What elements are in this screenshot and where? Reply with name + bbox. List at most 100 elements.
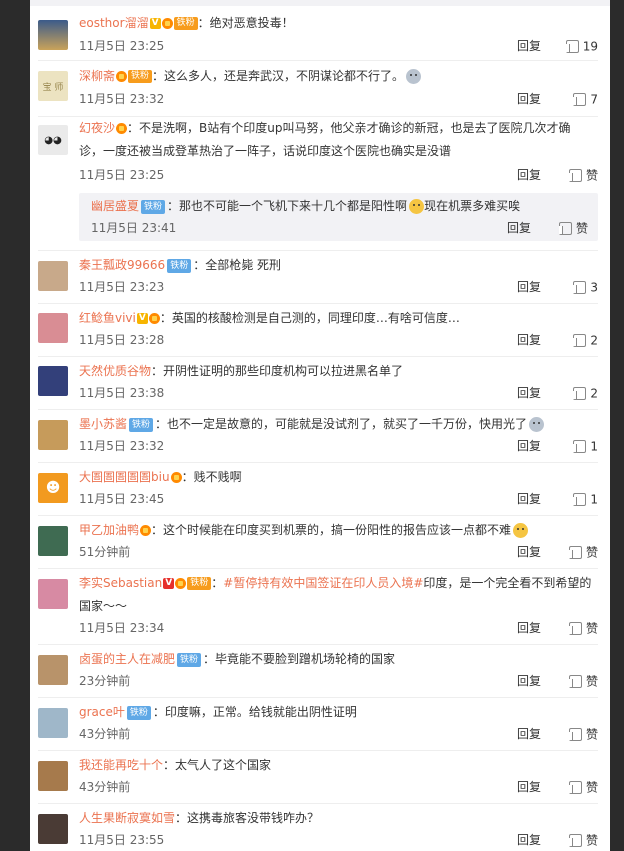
like-button[interactable]: 赞 (558, 777, 598, 798)
username-link[interactable]: 秦王瓢政99666 (79, 258, 165, 272)
avatar[interactable] (38, 814, 68, 844)
like-button[interactable]: 3 (558, 277, 598, 298)
like-button[interactable]: 赞 (558, 830, 598, 851)
reply-button[interactable]: 回复 (517, 777, 541, 797)
reply-button[interactable]: 回复 (517, 165, 541, 185)
vip-badge-icon: V (136, 313, 148, 324)
comment-content: 深柳斋 铁粉 ：这么多人，还是奔武汉，不阴谋论都不行了。 (79, 65, 598, 88)
like-button[interactable]: 赞 (558, 618, 598, 639)
comment-item: 人生果断寂寞如雪：这携毒旅客没带钱咋办？ 11月5日 23:55 回复 赞 (38, 804, 598, 851)
username-link[interactable]: 卤蛋的主人在减肥 (79, 652, 175, 666)
avatar[interactable]: ☻ (38, 473, 68, 503)
reply-button[interactable]: 回复 (507, 218, 531, 238)
username-link[interactable]: 人生果断寂寞如雪 (79, 811, 175, 825)
username-link[interactable]: 墨小苏酱 (79, 417, 127, 431)
like-button[interactable]: 1 (558, 489, 598, 510)
like-button[interactable]: 1 (558, 436, 598, 457)
like-button[interactable]: 赞 (558, 542, 598, 563)
avatar[interactable] (38, 20, 68, 50)
reply-button[interactable]: 回复 (517, 618, 541, 638)
comment-time: 43分钟前 (79, 780, 131, 794)
username-link[interactable]: 天然优质谷物 (79, 364, 151, 378)
username-link[interactable]: 大圄圄圄圄圄biu (79, 470, 170, 484)
username-link[interactable]: eosthor溜溜 (79, 16, 149, 30)
avatar[interactable] (38, 313, 68, 343)
avatar[interactable] (38, 761, 68, 791)
comment-content: 幻夜沙 ：不是洗啊，B站有个印度up叫马努，他父亲才确诊的新冠，也是去了医院几次才… (79, 121, 571, 135)
hashtag-link[interactable]: #暂停持有效中国签证在印人员入境# (223, 576, 423, 590)
like-button[interactable]: 赞 (548, 218, 588, 239)
reply-button[interactable]: 回复 (517, 277, 541, 297)
like-button[interactable]: 2 (558, 330, 598, 351)
reply-button[interactable]: 回复 (517, 383, 541, 403)
colon: ： (197, 16, 210, 30)
thumbs-up-icon (573, 93, 587, 106)
username-link[interactable]: 幽居盛夏 (91, 199, 139, 213)
reply-button[interactable]: 回复 (517, 36, 541, 56)
username-link[interactable]: 我还能再吃十个 (79, 758, 163, 772)
avatar[interactable]: 宝 师 (38, 71, 68, 101)
comment-content: 甲乙加油鸭 ：这个时候能在印度买到机票的，搞一份阳性的报告应该一点都不难 (79, 519, 598, 542)
like-button[interactable]: 赞 (558, 165, 598, 186)
like-count: 2 (590, 333, 598, 348)
avatar[interactable] (38, 579, 68, 609)
comment-text: 印度嘛，正常。给钱就能出阴性证明 (164, 705, 357, 719)
username-link[interactable]: 幻夜沙 (79, 121, 115, 135)
like-label: 赞 (585, 545, 598, 560)
avatar[interactable] (38, 261, 68, 291)
like-button[interactable]: 7 (558, 89, 598, 110)
avatar[interactable] (38, 420, 68, 450)
like-label: 赞 (575, 221, 588, 236)
comment-text: 这携毒旅客没带钱咋办？ (187, 811, 320, 825)
comment-item: 红鲶鱼vivi V ：英国的核酸检测是自己测的，同理印度…有啥可信度… 11月5日 … (38, 304, 598, 357)
comment-text: 那也不可能一个飞机下来十几个都是阳性啊 (179, 199, 408, 213)
reply-button[interactable]: 回复 (517, 436, 541, 456)
comment-item: 宝 师 深柳斋 铁粉 ：这么多人，还是奔武汉，不阴谋论都不行了。 11月5日 23:… (38, 61, 598, 117)
reply-button[interactable]: 回复 (517, 330, 541, 350)
avatar[interactable] (38, 655, 68, 685)
username-link[interactable]: 甲乙加油鸭 (79, 523, 139, 537)
reply-button[interactable]: 回复 (517, 489, 541, 509)
avatar[interactable] (38, 526, 68, 556)
reply-button[interactable]: 回复 (517, 89, 541, 109)
comment-time: 11月5日 23:32 (79, 439, 165, 453)
comment-time: 11月5日 23:55 (79, 833, 165, 847)
iron-fan-badge: 铁粉 (167, 258, 192, 273)
comment-item: 甲乙加油鸭 ：这个时候能在印度买到机票的，搞一份阳性的报告应该一点都不难 51分钟… (38, 516, 598, 569)
username-link[interactable]: 红鲶鱼vivi (79, 311, 136, 325)
comment-text: 这么多人，还是奔武汉，不阴谋论都不行了。 (164, 69, 405, 83)
username-link[interactable]: grace叶 (79, 705, 125, 719)
like-button[interactable]: 赞 (558, 724, 598, 745)
comment-text: 贱不贱啊 (193, 470, 242, 484)
username-link[interactable]: 李实Sebastian (79, 576, 162, 590)
avatar[interactable] (38, 708, 68, 738)
fan-badge: 铁粉 (173, 17, 198, 30)
thumbs-up-icon (568, 728, 582, 741)
comment-time: 11月5日 23:41 (91, 221, 177, 235)
comment-text: 不是洗啊，B站有个印度up叫马努，他父亲才确诊的新冠，也是去了医院几次才确 (139, 121, 571, 135)
like-count: 7 (590, 92, 598, 107)
comment-item: ☻ 大圄圄圄圄圄biu ：贱不贱啊 11月5日 23:45 回复 1 (38, 463, 598, 516)
crown-icon (116, 123, 128, 134)
thumbs-up-icon (568, 781, 582, 794)
like-button[interactable]: 19 (558, 36, 598, 57)
comment-panel: eosthor溜溜 V 铁粉 ：绝对恶意投毒！ 11月5日 23:25 回复 19 宝… (30, 0, 610, 851)
iron-fan-badge: 铁粉 (129, 417, 154, 432)
avatar[interactable] (38, 366, 68, 396)
avatar[interactable]: ◕◕ (38, 125, 68, 155)
iron-fan-badge: 铁粉 (126, 705, 151, 720)
comment-text-after: 现在机票多难买唉 (424, 199, 521, 213)
reply-button[interactable]: 回复 (517, 830, 541, 850)
comment-time: 11月5日 23:25 (79, 39, 165, 53)
like-button[interactable]: 赞 (558, 671, 598, 692)
like-button[interactable]: 2 (558, 383, 598, 404)
reply-button[interactable]: 回复 (517, 671, 541, 691)
comment-content: 墨小苏酱 铁粉 ：也不一定是故意的，可能就是没试剂了，就买了一千万份，快用光了 (79, 413, 598, 436)
username-link[interactable]: 深柳斋 (79, 69, 115, 83)
reply-button[interactable]: 回复 (517, 724, 541, 744)
comment-text-continued: 诊，一度还被当成登革热治了一阵子，话说印度这个医院也确实是没谱 (79, 144, 452, 158)
reply-button[interactable]: 回复 (517, 542, 541, 562)
thumbs-up-icon (568, 546, 582, 559)
like-label: 赞 (585, 674, 598, 689)
comment-text: 英国的核酸检测是自己测的，同理印度…有啥可信度… (171, 311, 460, 325)
